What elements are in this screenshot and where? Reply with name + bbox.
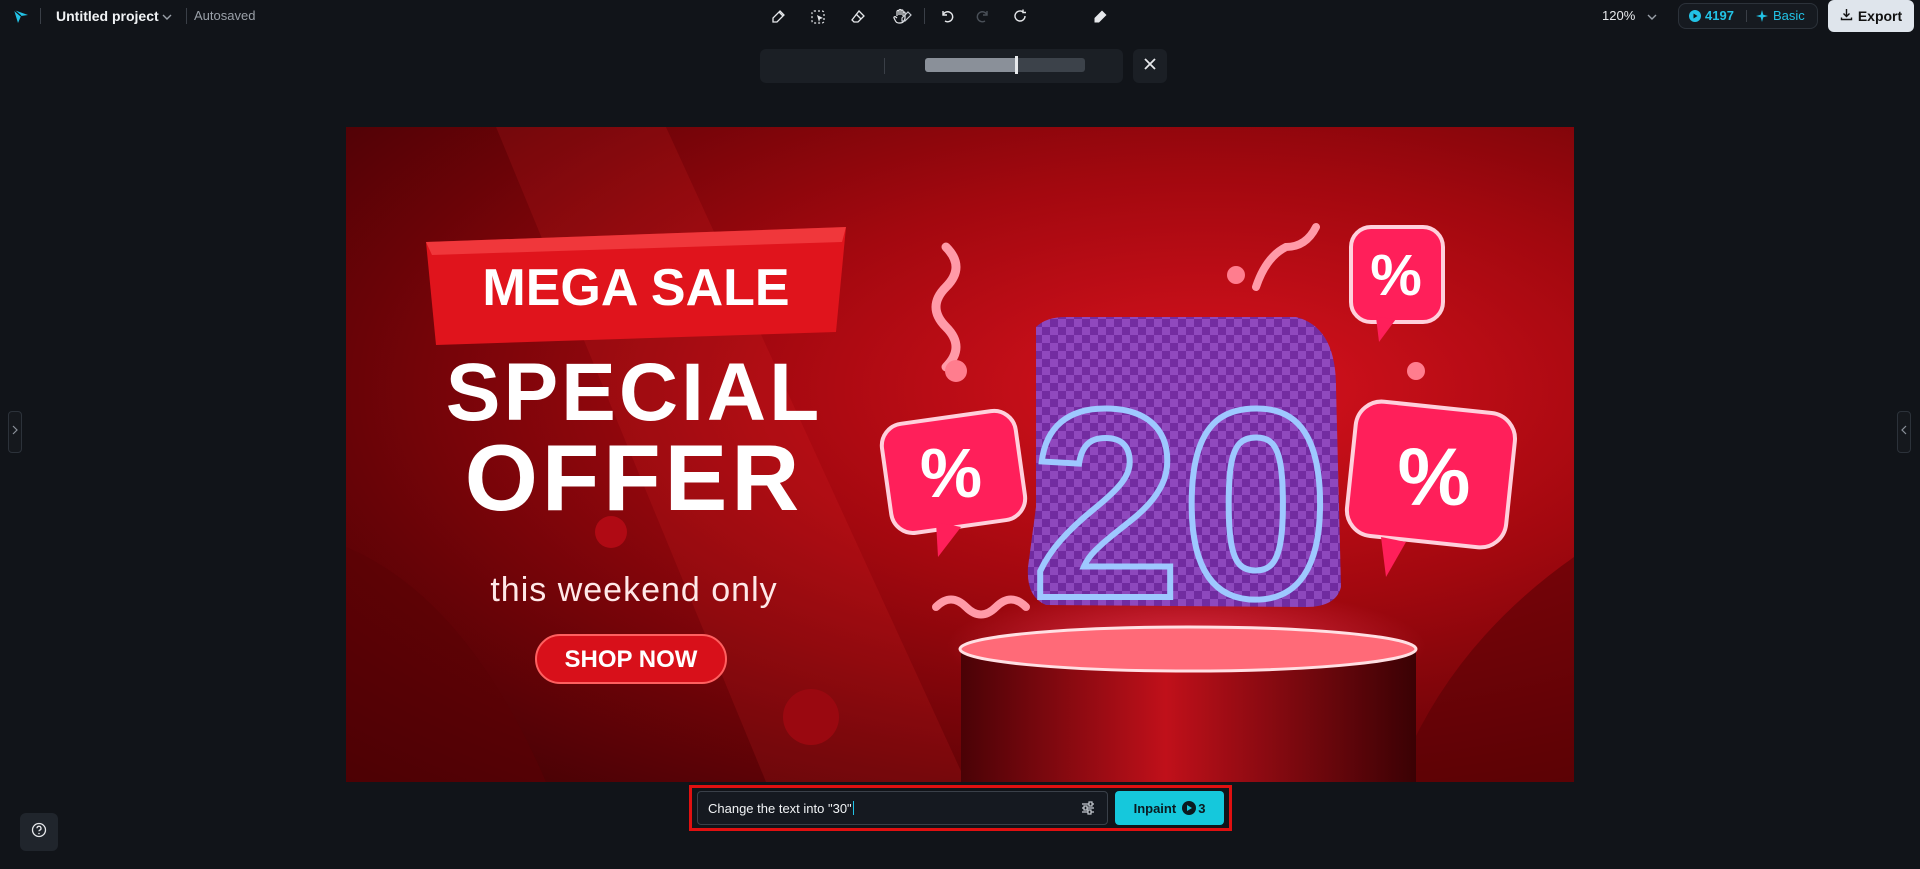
decor-ball	[595, 516, 627, 548]
top-bar: Untitled project Autosaved 120% 4197 Bas…	[0, 0, 1920, 32]
divider	[40, 8, 41, 24]
brush-icon[interactable]	[769, 8, 787, 26]
svg-text:%: %	[1370, 243, 1422, 308]
inpaint-label: Inpaint	[1133, 800, 1177, 816]
brush-small-icon	[897, 8, 915, 26]
eraser-icon[interactable]	[849, 8, 867, 26]
chevron-right-icon	[11, 423, 19, 441]
inpaint-button[interactable]: Inpaint 3	[1115, 791, 1224, 825]
help-button[interactable]	[20, 813, 58, 851]
chevron-left-icon	[1900, 423, 1908, 441]
logo-arrow-icon[interactable]	[12, 7, 30, 25]
decor-dot	[1407, 362, 1425, 380]
refresh-icon[interactable]	[1010, 6, 1030, 26]
sparkle-icon	[1755, 9, 1769, 23]
credit-coin-icon	[1182, 801, 1197, 815]
percent-bubble: %	[879, 408, 1028, 557]
credit-balance: 4197	[1705, 8, 1734, 23]
svg-text:%: %	[920, 434, 982, 512]
right-panel-toggle[interactable]	[1897, 411, 1911, 453]
save-status: Autosaved	[194, 8, 256, 23]
close-icon	[1143, 57, 1157, 76]
brush-size-fill	[925, 58, 1017, 72]
left-panel-toggle[interactable]	[8, 411, 22, 453]
percent-bubble: %	[1344, 399, 1517, 577]
subline: this weekend only	[490, 571, 777, 609]
divider	[884, 58, 885, 74]
brush-size-slider[interactable]	[925, 56, 1085, 74]
canvas-image[interactable]: MEGA SALE SPECIAL OFFER this weekend onl…	[346, 127, 1574, 782]
cta-text: SHOP NOW	[565, 646, 698, 673]
inpaint-cost: 3	[1198, 800, 1206, 816]
headline-line2: OFFER	[465, 425, 804, 530]
zoom-level[interactable]: 120%	[1602, 8, 1635, 23]
redo-icon[interactable]	[973, 6, 993, 26]
credit-coin-icon	[1688, 9, 1702, 23]
sliders-icon[interactable]	[1079, 799, 1097, 817]
brush-size-handle[interactable]	[1015, 56, 1019, 74]
percent-bubble: %	[1349, 225, 1445, 342]
export-label: Export	[1857, 8, 1903, 24]
plan-label[interactable]: Basic	[1773, 8, 1805, 23]
decor-dot	[1227, 266, 1245, 284]
foliage	[1396, 557, 1574, 782]
brush-large-icon	[1091, 8, 1109, 26]
chevron-down-icon[interactable]	[160, 10, 174, 24]
svg-text:%: %	[1398, 432, 1471, 523]
smart-select-icon[interactable]	[809, 8, 827, 26]
divider	[924, 8, 925, 24]
export-button[interactable]: Export	[1828, 0, 1914, 32]
big-number: 20	[1031, 354, 1331, 655]
badge-text: MEGA SALE	[482, 259, 789, 317]
help-icon	[31, 822, 47, 843]
undo-icon[interactable]	[937, 6, 957, 26]
divider	[186, 8, 187, 24]
decor-ball	[783, 689, 839, 745]
decor-dot	[945, 360, 967, 382]
divider	[1746, 10, 1747, 22]
close-brush-toolbar-button[interactable]	[1133, 49, 1167, 83]
squiggle	[931, 242, 961, 372]
prompt-input[interactable]: Change the text into "30"	[697, 791, 1108, 825]
project-title[interactable]: Untitled project	[56, 8, 159, 24]
download-icon	[1840, 8, 1853, 24]
chevron-down-icon[interactable]	[1645, 10, 1659, 24]
prompt-text: Change the text into "30"	[708, 800, 852, 816]
text-caret	[852, 801, 854, 815]
squiggle	[1252, 223, 1320, 291]
